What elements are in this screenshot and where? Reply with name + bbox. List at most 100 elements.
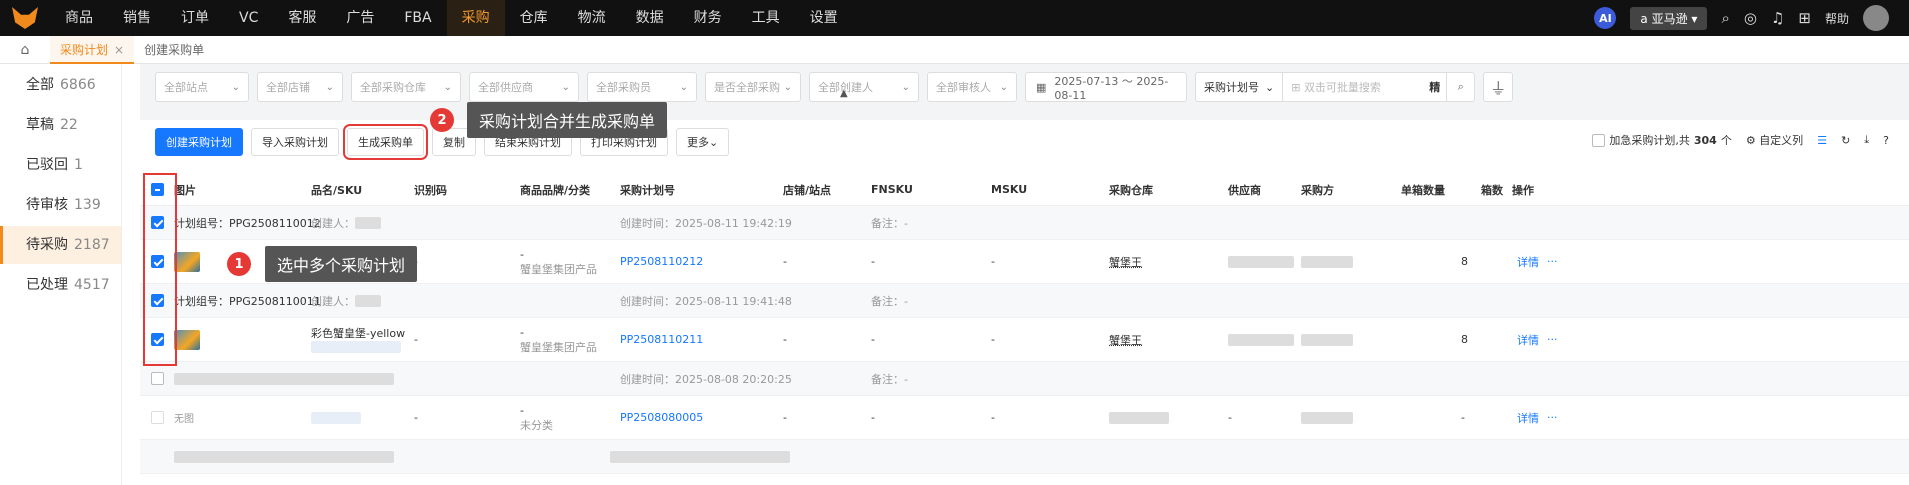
avatar[interactable] <box>1863 5 1889 31</box>
nav-item-6[interactable]: FBA <box>389 0 446 36</box>
toolbar-button-2[interactable]: 生成采购单 <box>343 124 428 160</box>
plan-number-link[interactable]: PP2508110212 <box>620 255 703 268</box>
tab-purchase-plan[interactable]: 采购计划 × <box>50 35 135 64</box>
cell: - 蟹皇堡集团产品 <box>520 318 597 361</box>
sidebar-item-3[interactable]: 待审核 139 <box>0 186 121 224</box>
product-thumbnail <box>174 329 200 350</box>
nav-item-1[interactable]: 销售 <box>108 0 166 36</box>
cell: 创建时间：2025-08-11 19:41:48 <box>620 284 792 317</box>
identifier: - <box>414 411 418 424</box>
nav-item-13[interactable]: 设置 <box>795 0 853 36</box>
more-icon[interactable]: ··· <box>1547 411 1558 424</box>
close-icon[interactable]: × <box>114 43 124 57</box>
nav-item-3[interactable]: VC <box>224 0 273 36</box>
sidebar-item-label: 全部 <box>26 77 54 93</box>
filter-select-0[interactable]: 全部站点 ⌄ <box>155 72 249 102</box>
exact-toggle[interactable]: 精 <box>1423 79 1446 95</box>
sidebar-item-label: 已处理 <box>26 277 68 293</box>
custom-columns-button[interactable]: ⚙ 自定义列 <box>1746 132 1803 148</box>
bell-icon[interactable]: ♫ <box>1771 9 1784 27</box>
filter-select-3[interactable]: 全部供应商 ⌄ <box>469 72 579 102</box>
filter-select-7[interactable]: 全部审核人 ⌄ <box>927 72 1017 102</box>
toolbar-button-1[interactable]: 导入采购计划 <box>251 128 339 156</box>
more-icon[interactable]: ··· <box>1547 333 1558 346</box>
help-link[interactable]: 帮助 <box>1825 10 1849 27</box>
cell: - 蟹皇堡集团产品 <box>520 240 597 283</box>
nav-item-4[interactable]: 客服 <box>273 0 331 36</box>
sidebar-item-1[interactable]: 草稿 22 <box>0 106 121 144</box>
search-icon[interactable]: ⌕ <box>1446 73 1474 101</box>
calendar-icon: ▦ <box>1036 80 1047 94</box>
sidebar-item-count: 1 <box>74 157 83 173</box>
nav-item-7[interactable]: 采购 <box>446 0 505 36</box>
download-icon[interactable]: ⤓ <box>1864 133 1869 147</box>
header-2: 识别码 <box>414 183 447 197</box>
nav-item-12[interactable]: 工具 <box>737 0 795 36</box>
filter-select-6[interactable]: 全部创建人 ⌄ <box>809 72 919 102</box>
logo[interactable] <box>0 0 50 36</box>
search-field-label: 采购计划号 <box>1204 81 1259 94</box>
plan-number-link[interactable]: PP2508110211 <box>620 333 703 346</box>
sidebar-item-5[interactable]: 已处理 4517 <box>0 266 121 304</box>
nav-item-5[interactable]: 广告 <box>331 0 389 36</box>
refresh-icon[interactable]: ↻ <box>1841 134 1850 147</box>
store-selector[interactable]: a 亚马逊 ▾ <box>1630 6 1708 30</box>
chevron-down-icon: ⌄ <box>1265 80 1275 94</box>
sidebar-item-2[interactable]: 已驳回 1 <box>0 146 121 184</box>
header-6: FNSKU <box>871 183 913 196</box>
density-icon[interactable]: ☰ <box>1817 134 1827 147</box>
nav-item-2[interactable]: 订单 <box>166 0 224 36</box>
detail-link[interactable]: 详情 <box>1517 254 1539 270</box>
row-checkbox[interactable] <box>151 372 164 385</box>
filter-select-5[interactable]: 是否全部采购 ⌄ <box>705 72 801 102</box>
search-input[interactable]: ⊞ 双击可批量搜索 <box>1283 79 1423 95</box>
headset-icon[interactable]: ◎ <box>1744 9 1757 27</box>
nav-item-10[interactable]: 数据 <box>621 0 679 36</box>
filter-select-4[interactable]: 全部采购员 ⌄ <box>587 72 697 102</box>
grid-icon: ⊞ <box>1291 81 1304 94</box>
row-checkbox[interactable] <box>151 411 164 424</box>
nav-item-0[interactable]: 商品 <box>50 0 108 36</box>
search-field-select[interactable]: 采购计划号 ⌄ <box>1196 73 1284 101</box>
header-9: 供应商 <box>1228 183 1261 197</box>
date-range-picker[interactable]: ▦ 2025-07-13 ～ 2025-08-11 <box>1025 72 1187 102</box>
step-1-badge: 1 <box>227 252 251 276</box>
collapse-arrow-icon[interactable]: ▲ <box>840 88 848 99</box>
sidebar-item-4[interactable]: 待采购 2187 <box>0 226 121 264</box>
detail-link[interactable]: 详情 <box>1517 410 1539 426</box>
cell: 蟹堡王 <box>1109 240 1142 283</box>
home-icon[interactable]: ⌂ <box>0 42 50 58</box>
ai-assistant-icon[interactable]: AI <box>1594 7 1617 29</box>
filter-select-label: 全部店铺 <box>266 81 310 94</box>
urgent-checkbox[interactable] <box>1592 133 1606 147</box>
tab-create-po[interactable]: 创建采购单 <box>134 36 214 64</box>
group-number: 计划组号：PPG2508110011 <box>174 294 321 308</box>
fnsku: - <box>871 255 875 268</box>
group-row-partial <box>140 440 1909 474</box>
redacted-sku <box>311 411 361 424</box>
chevron-down-icon: ⌄ <box>231 81 240 93</box>
filter-icon[interactable]: ⏚ <box>1483 72 1514 102</box>
toolbar-button-0[interactable]: 创建采购计划 <box>155 128 243 156</box>
cell <box>151 362 164 395</box>
header-3: 商品品牌/分类 <box>520 183 591 197</box>
grid-icon[interactable]: ⊞ <box>1798 9 1811 27</box>
no-image-placeholder: 无图 <box>174 414 194 425</box>
sidebar-item-0[interactable]: 全部 6866 <box>0 66 121 104</box>
fnsku: - <box>871 411 875 424</box>
toolbar-button-6[interactable]: 更多 ⌄ <box>676 128 730 156</box>
nav-item-8[interactable]: 仓库 <box>505 0 563 36</box>
more-icon[interactable]: ··· <box>1547 255 1558 268</box>
plan-number-link[interactable]: PP2508080005 <box>620 411 703 424</box>
nav-item-11[interactable]: 财务 <box>679 0 737 36</box>
help-icon[interactable]: ? <box>1883 134 1889 147</box>
urgent-filter[interactable]: 加急采购计划,共 304 个 <box>1592 132 1732 148</box>
filter-select-1[interactable]: 全部店铺 ⌄ <box>257 72 343 102</box>
filter-select-2[interactable]: 全部采购仓库 ⌄ <box>351 72 461 102</box>
group-row: 计划组号：PPG2508110012 创建人： 创建时间：2025-08-11 19… <box>140 206 1909 240</box>
search-icon[interactable]: ⌕ <box>1721 9 1729 27</box>
tab-bar: ⌂ 采购计划 × 创建采购单 <box>0 35 1909 64</box>
detail-link[interactable]: 详情 <box>1517 332 1539 348</box>
nav-item-9[interactable]: 物流 <box>563 0 621 36</box>
chevron-down-icon: ⌄ <box>679 81 688 93</box>
